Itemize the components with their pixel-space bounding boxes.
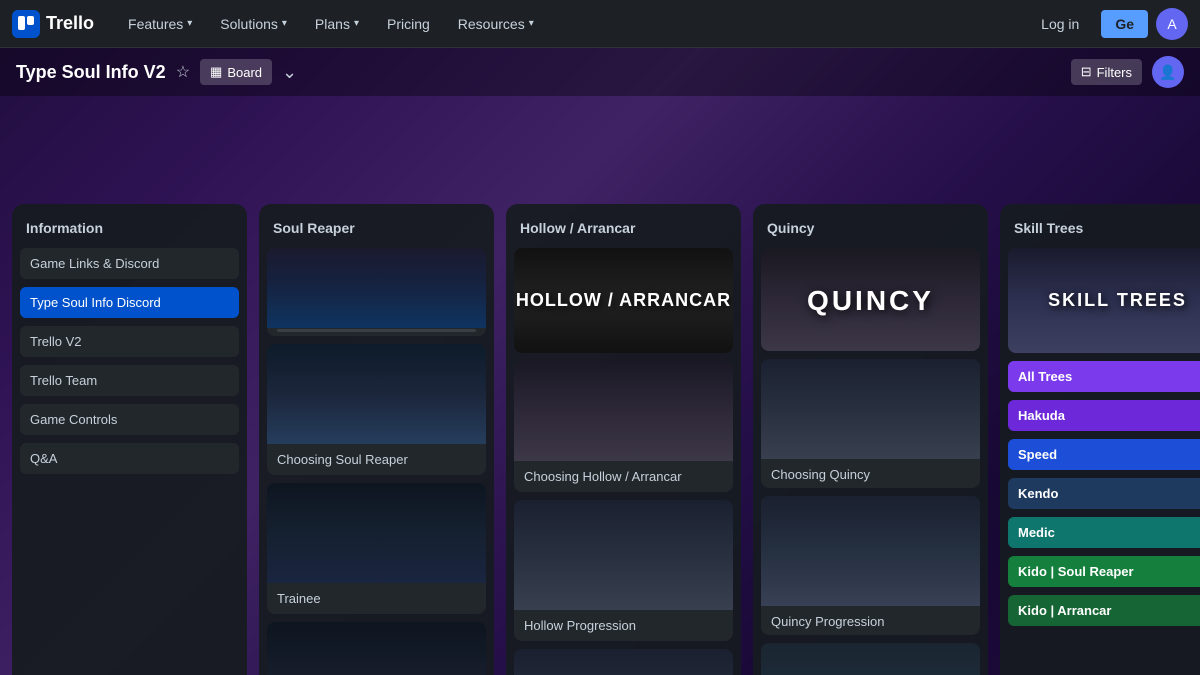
card-quincy-progression[interactable]: Quincy Progression	[761, 496, 980, 635]
card-label: Choosing Hollow / Arrancar	[514, 461, 733, 492]
board-title: Type Soul Info V2	[16, 62, 166, 83]
card-choosing-hollow[interactable]: Choosing Hollow / Arrancar	[514, 361, 733, 492]
card-image	[514, 500, 733, 610]
column-information: Information Game Links & Discord Type So…	[12, 204, 247, 675]
nav-plans[interactable]: Plans ▾	[305, 10, 369, 38]
card-label: Quincy Progression	[761, 606, 980, 635]
card-choosing-soul-reaper[interactable]: Choosing Soul Reaper	[267, 344, 486, 475]
board-header-right: ⊟ Filters 👤	[1071, 56, 1184, 88]
chevron-down-icon: ▾	[529, 18, 534, 29]
skill-kido-arrancar[interactable]: Kido | Arrancar	[1008, 595, 1200, 626]
card-choosing-quincy[interactable]: Choosing Quincy	[761, 359, 980, 488]
card-image	[514, 361, 733, 461]
card-image	[761, 643, 980, 675]
list-item[interactable]: Trello V2	[20, 326, 239, 357]
card-label: Trainee	[267, 583, 486, 614]
card-hollow-progression[interactable]: Hollow Progression	[514, 500, 733, 641]
chevron-down-icon: ▾	[187, 18, 192, 29]
card-image	[761, 359, 980, 459]
card-label: Choosing Soul Reaper	[267, 444, 486, 475]
list-item[interactable]: Game Links & Discord	[20, 248, 239, 279]
filters-button[interactable]: ⊟ Filters	[1071, 59, 1142, 85]
nav-pricing[interactable]: Pricing	[377, 10, 440, 38]
card-image: QUINCY	[761, 248, 980, 351]
skill-kendo[interactable]: Kendo	[1008, 478, 1200, 509]
card-label: Choosing Quincy	[761, 459, 980, 488]
card-trainee[interactable]: Trainee	[267, 483, 486, 614]
top-navigation: Trello Features ▾ Solutions ▾ Plans ▾ Pr…	[0, 0, 1200, 48]
board-area: Information Game Links & Discord Type So…	[0, 192, 1200, 675]
skill-hakuda[interactable]: Hakuda	[1008, 400, 1200, 431]
column-soul-reaper: Soul Reaper Choosing Soul Reaper	[259, 204, 494, 675]
column-title-quincy: Quincy	[761, 216, 980, 240]
board-view-button[interactable]: ▦ Board	[200, 59, 272, 85]
card-hollow-title[interactable]: HOLLOW / ARRANCAR	[514, 248, 733, 353]
list-item[interactable]: Type Soul Info Discord	[20, 287, 239, 318]
column-hollow-arrancar: Hollow / Arrancar HOLLOW / ARRANCAR Choo…	[506, 204, 741, 675]
nav-solutions[interactable]: Solutions ▾	[210, 10, 297, 38]
nav-features[interactable]: Features ▾	[118, 10, 202, 38]
chevron-down-icon: ▾	[282, 18, 287, 29]
card-image	[514, 649, 733, 675]
column-title-skill-trees: Skill Trees	[1008, 216, 1200, 240]
board-columns: Information Game Links & Discord Type So…	[0, 192, 1200, 675]
card-image	[267, 483, 486, 583]
skill-medic[interactable]: Medic	[1008, 517, 1200, 548]
card-image	[267, 248, 486, 328]
chevron-down-icon: ▾	[354, 18, 359, 29]
column-skill-trees: Skill Trees SKILL TREES All Trees Hakuda…	[1000, 204, 1200, 675]
board-icon: ▦	[210, 64, 222, 80]
column-title-hollow: Hollow / Arrancar	[514, 216, 733, 240]
filter-icon: ⊟	[1081, 64, 1092, 80]
avatar[interactable]: A	[1156, 8, 1188, 40]
skill-all-trees[interactable]: All Trees	[1008, 361, 1200, 392]
skill-kido-soul-reaper[interactable]: Kido | Soul Reaper	[1008, 556, 1200, 587]
card-soul-reaper-top[interactable]	[267, 248, 486, 336]
list-item[interactable]: Game Controls	[20, 404, 239, 435]
card-image	[267, 622, 486, 675]
star-icon[interactable]: ☆	[176, 62, 190, 82]
user-avatar[interactable]: 👤	[1152, 56, 1184, 88]
column-title-information: Information	[20, 216, 239, 240]
skill-speed[interactable]: Speed	[1008, 439, 1200, 470]
card-skill-trees-title[interactable]: SKILL TREES	[1008, 248, 1200, 353]
card-label: Hollow Progression	[514, 610, 733, 641]
card-image	[761, 496, 980, 606]
get-started-button[interactable]: Ge	[1101, 10, 1148, 38]
column-quincy: Quincy QUINCY Choosing Quincy	[753, 204, 988, 675]
trello-logo[interactable]: Trello	[12, 10, 94, 38]
list-item[interactable]: Trello Team	[20, 365, 239, 396]
card-soul-reaper-bottom[interactable]	[267, 622, 486, 675]
login-button[interactable]: Log in	[1027, 10, 1093, 38]
list-item[interactable]: Q&A	[20, 443, 239, 474]
nav-resources[interactable]: Resources ▾	[448, 10, 544, 38]
card-image: HOLLOW / ARRANCAR	[514, 248, 733, 353]
board-header: Type Soul Info V2 ☆ ▦ Board ⌄ ⊟ Filters …	[0, 48, 1200, 96]
card-quincy-title[interactable]: QUINCY	[761, 248, 980, 351]
trello-logo-icon	[12, 10, 40, 38]
card-image: SKILL TREES	[1008, 248, 1200, 353]
card-hollow-extra[interactable]	[514, 649, 733, 675]
column-title-soul-reaper: Soul Reaper	[267, 216, 486, 240]
trello-wordmark: Trello	[46, 13, 94, 34]
card-schrift[interactable]: Schrift	[761, 643, 980, 675]
card-image	[267, 344, 486, 444]
expand-icon[interactable]: ⌄	[282, 62, 297, 83]
